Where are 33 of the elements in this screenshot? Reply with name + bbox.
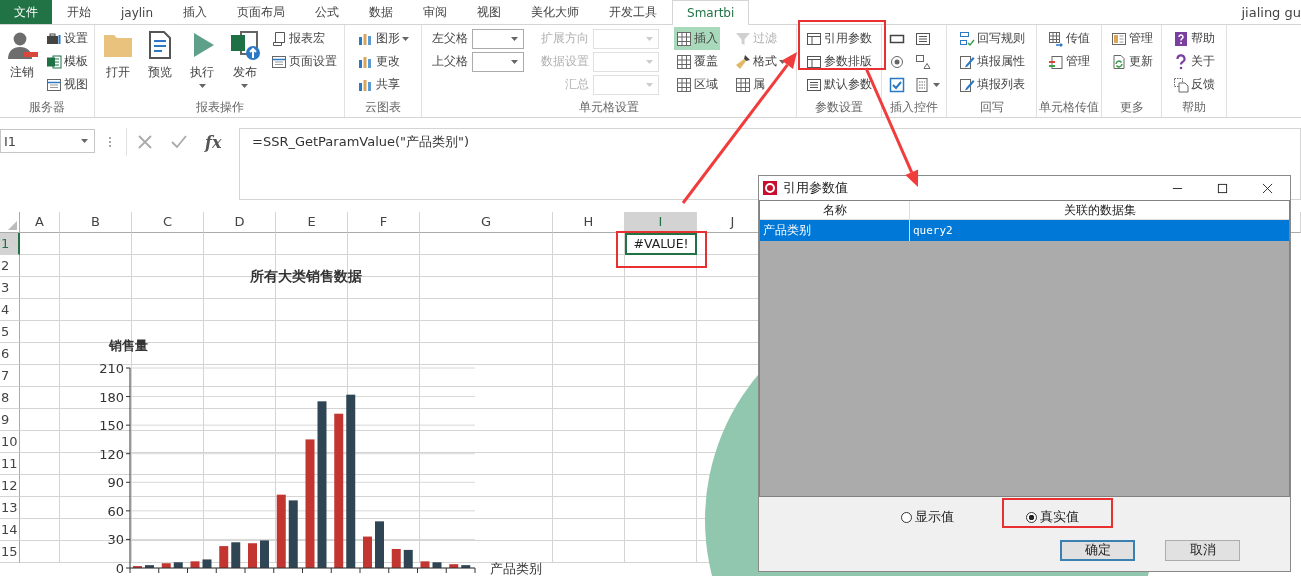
axis-tick-label: 0 <box>115 561 124 576</box>
field-label: 上父格 <box>432 53 468 70</box>
field-label: 扩展方向 <box>541 30 589 47</box>
field-label: 汇总 <box>565 76 589 93</box>
axis-tick-label: 210 <box>99 361 124 376</box>
list-cell: 产品类别 <box>760 220 910 241</box>
group-label: 回写 <box>978 99 1005 116</box>
axis-tick-label: 60 <box>107 503 124 519</box>
list-cell-text: query2 <box>912 223 954 239</box>
axis-tick-label: 120 <box>99 446 124 462</box>
axis-title: 销售量 <box>108 338 148 353</box>
active-cell: #VALUE! <box>625 233 697 255</box>
group-label: 单元格传值 <box>1039 99 1099 116</box>
axis-tick-label: 150 <box>99 418 124 434</box>
group-label: 报表操作 <box>194 99 245 116</box>
axis-tick-label: 180 <box>99 389 124 405</box>
list-column-header: 名称 <box>760 201 910 219</box>
axis-title: 产品类别 <box>490 561 542 576</box>
group-label: 参数设置 <box>814 99 864 116</box>
chart-title: 所有大类销售数据 <box>250 268 362 284</box>
group-label: 帮助 <box>1181 99 1207 116</box>
group-label: 服务器 <box>28 99 66 116</box>
group-label: 更多 <box>1118 99 1145 116</box>
group-label: 插入控件 <box>889 99 939 116</box>
group-label: 云图表 <box>364 99 402 116</box>
user-name: jialing gu <box>1241 4 1301 20</box>
group-label: 单元格设置 <box>578 99 640 116</box>
field-label: 数据设置 <box>541 53 589 70</box>
field-label: 左父格 <box>432 30 468 47</box>
axis-tick-label: 30 <box>107 532 124 548</box>
dialog-title: 引用参数值 <box>783 179 849 197</box>
axis-tick-label: 90 <box>107 475 124 491</box>
list-column-header: 关联的数据集 <box>1062 202 1137 219</box>
